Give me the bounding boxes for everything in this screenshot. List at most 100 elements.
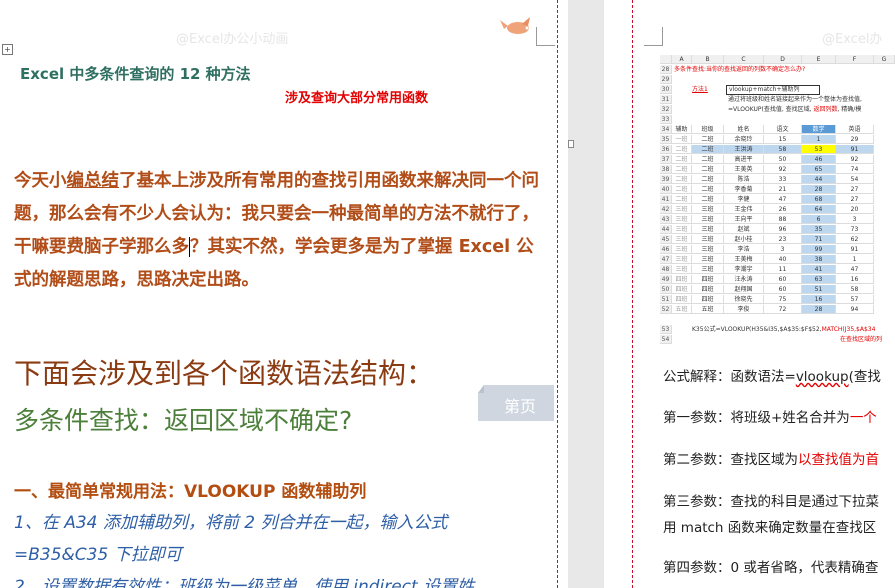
sheet-data-cell: 71 [802, 235, 836, 244]
sheet-data-cell: 陈浩 [724, 175, 764, 184]
sheet-data-cell: 27 [836, 195, 874, 204]
row-number: 31 [660, 95, 672, 104]
sheet-data-cell: 96 [764, 225, 802, 234]
sheet-row-33: 33 [660, 115, 895, 124]
row-number: 41 [660, 195, 672, 204]
row-number: 45 [660, 235, 672, 244]
sheet-data-cell: 75 [764, 295, 802, 304]
intro-part-underlined: 编总结 [66, 171, 120, 191]
sheet-data-cell: 二班 [672, 155, 692, 164]
sheet-data-cell: 三班 [672, 225, 692, 234]
sheet-data-row: 48 三班 三班 李潮宇 11 41 47 [660, 265, 895, 274]
row-number: 35 [660, 135, 672, 144]
sheet-data-row: 51 四班 四班 徐晓先 75 16 57 [660, 295, 895, 304]
sheet-data-cell: 20 [836, 205, 874, 214]
sheet-data-cell: 26 [764, 205, 802, 214]
sheet-row-28: 28 多条件查找:当你的查找返回的列数不确定怎么办? [660, 65, 895, 74]
sheet-data-row: 43 三班 三班 王向平 88 6 3 [660, 215, 895, 224]
sheet-data-cell: 1 [836, 255, 874, 264]
document-page-left[interactable]: + @Excel办公小动画 Excel 中多条件查询的 12 种方法 涉及查询大… [0, 0, 568, 588]
explain-text: (查找 [848, 369, 881, 385]
explain-line-6: 第四参数：0 或者省略，代表精确查 [663, 560, 879, 576]
sheet-data-row: 52 五班 五班 李俊 72 28 94 [660, 305, 895, 314]
sheet-data-cell: 三班 [692, 265, 724, 274]
sheet-col-header: G [874, 55, 895, 64]
sheet-data-row: 40 二班 二班 李香菊 21 28 27 [660, 185, 895, 194]
document-page-right[interactable]: @Excel办 A B C D E F G 28 多条件查找:当你的查找返回的列… [604, 0, 895, 588]
sheet-data-cell: 28 [802, 305, 836, 314]
sheet-data-cell: 58 [836, 285, 874, 294]
sheet-data-cell: 李香菊 [724, 185, 764, 194]
step-1-line-2: =B35&C35 下拉即可 [14, 545, 182, 565]
row-number: 38 [660, 165, 672, 174]
sheet-row-53: 53 K35公式=VLOOKUP(H35&I35,$A$35:$F$52,MAT… [660, 325, 895, 334]
sheet-data-cell: 李健 [724, 195, 764, 204]
sheet-col-header: F [836, 55, 874, 64]
sheet-data-cell: 47 [764, 195, 802, 204]
sheet-data-cell: 三班 [692, 245, 724, 254]
sheet-data-cell: 1 [802, 135, 836, 144]
explain-text: 公式解释：函数语法= [663, 369, 796, 385]
page-nav-button[interactable]: 第页 [478, 385, 554, 421]
sheet-data-cell: 92 [764, 165, 802, 174]
sheet-data-cell: 23 [764, 235, 802, 244]
step-1-line-1: 1、在 A34 添加辅助列，将前 2 列合并在一起，输入公式 [14, 513, 448, 533]
sheet-data-cell: 李俊 [724, 305, 764, 314]
sheet-note-text: 多条件查找:当你的查找返回的列数不确定怎么办? [674, 66, 806, 73]
sheet-col-header: D [764, 55, 802, 64]
sheet-data-row: 35 一班 二班 余晓玲 15 1 29 [660, 135, 895, 144]
sheet-data-cell: 92 [836, 155, 874, 164]
sheet-data-cell: 五班 [672, 305, 692, 314]
row-number: 49 [660, 275, 672, 284]
sheet-data-cell: 38 [802, 255, 836, 264]
sheet-method-box: vlookup+match+辅助列 [726, 85, 820, 95]
sheet-row-29: 29 [660, 75, 895, 84]
explain-line-3: 第二参数：查找区域为以查找值为首 [663, 448, 879, 468]
sheet-data-cell: 二班 [672, 145, 692, 154]
formula-caption-red: MATCH(J35,$A$34 [821, 326, 876, 333]
row-number: 44 [660, 225, 672, 234]
sheet-data-cell: 三班 [692, 255, 724, 264]
margin-corner-mark [644, 27, 663, 46]
document-subtitle: 涉及查询大部分常用函数 [285, 91, 429, 106]
sheet-data-cell: 余晓玲 [724, 135, 764, 144]
sheet-data-cell: 三班 [692, 225, 724, 234]
page-boundary-line [557, 0, 558, 588]
sheet-data-cell: 二班 [672, 195, 692, 204]
explain-line-4: 第三参数：查找的科目是通过下拉菜 [663, 494, 879, 510]
sheet-data-cell: 四班 [672, 295, 692, 304]
row-number: 54 [660, 335, 672, 344]
sheet-data-cell: 四班 [672, 285, 692, 294]
table-move-handle[interactable]: + [2, 44, 13, 55]
explain-text: 第一参数：将班级+姓名合并为 [663, 410, 850, 426]
resize-handle[interactable] [568, 140, 574, 148]
explain-red: 以查找值为首 [798, 452, 879, 468]
sheet-note-text: 通过将班级和姓名链接起来作为一个整体为查找值, [728, 96, 862, 103]
sheet-data-cell: 63 [802, 275, 836, 284]
sheet-data-cell: 二班 [692, 145, 724, 154]
row-number: 47 [660, 255, 672, 264]
explain-red: 一个 [849, 410, 877, 426]
sheet-data-cell: 47 [836, 265, 874, 274]
sheet-data-row: 38 二班 二班 王美英 92 65 74 [660, 165, 895, 174]
sheet-data-cell: 16 [836, 275, 874, 284]
row-number: 46 [660, 245, 672, 254]
sheet-data-row: 46 三班 三班 李浩 3 99 91 [660, 245, 895, 254]
sheet-data-cell: 33 [764, 175, 802, 184]
sheet-data-cell: 王金伟 [724, 205, 764, 214]
function-name-link[interactable]: vlookup [796, 369, 849, 385]
sheet-data-cell: 二班 [692, 135, 724, 144]
sheet-header-cell: 辅助 [672, 125, 692, 134]
intro-part: 今天小 [14, 171, 67, 191]
sheet-data-cell: 65 [802, 165, 836, 174]
sheet-data-cell: 46 [802, 155, 836, 164]
sheet-data-row: 45 三班 三班 赵小桂 23 71 62 [660, 235, 895, 244]
sheet-data-cell: 3 [764, 245, 802, 254]
sheet-data-cell: 29 [836, 135, 874, 144]
row-number: 30 [660, 85, 672, 94]
sheet-data-cell: 高进平 [724, 155, 764, 164]
sheet-data-cell: 3 [836, 215, 874, 224]
sheet-data-cell: 赵斌 [724, 225, 764, 234]
sheet-data-cell: 五班 [692, 305, 724, 314]
sheet-data-cell: 二班 [692, 165, 724, 174]
